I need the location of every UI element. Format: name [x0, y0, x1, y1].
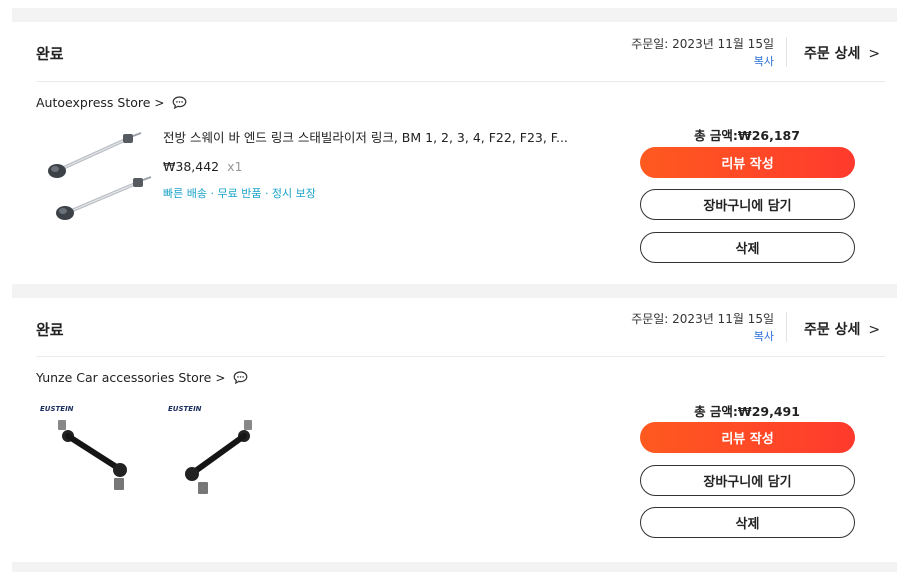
section-separator: [12, 8, 897, 22]
chevron-right-icon: >: [868, 322, 881, 338]
add-to-cart-button[interactable]: 장바구니에 담기: [640, 189, 855, 220]
delete-button[interactable]: 삭제: [640, 507, 855, 538]
divider: [786, 37, 787, 67]
order-date: 주문일: 2023년 11월 15일: [631, 312, 774, 326]
store-link[interactable]: Yunze Car accessories Store >: [36, 370, 248, 385]
product-image[interactable]: [39, 127, 154, 227]
product-title[interactable]: 전방 스웨이 바 엔드 링크 스태빌라이저 링크, BM 1, 2, 3, 4,…: [163, 127, 568, 146]
order-detail-label: 주문 상세: [804, 322, 861, 338]
write-review-button[interactable]: 리뷰 작성: [640, 147, 855, 178]
divider: [786, 312, 787, 342]
order-status: 완료: [36, 45, 64, 63]
section-separator: [12, 562, 897, 572]
chat-icon[interactable]: [233, 371, 248, 385]
divider: [36, 356, 885, 357]
write-review-button[interactable]: 리뷰 작성: [640, 422, 855, 453]
chat-icon[interactable]: [172, 96, 187, 110]
store-name: Autoexpress Store: [36, 95, 151, 110]
order-card: 완료 주문일: 2023년 11월 15일 복사 주문 상세 > Autoexpr…: [12, 22, 897, 284]
section-separator: [12, 284, 897, 298]
total-amount: 총 금액:₩29,491: [694, 404, 800, 419]
store-link[interactable]: Autoexpress Store >: [36, 95, 187, 110]
brand-logo: EUSTEIN: [168, 405, 202, 413]
order-card: 완료 주문일: 2023년 11월 15일 복사 주문 상세 > Yunze Ca…: [12, 298, 897, 562]
chevron-right-icon: >: [154, 95, 165, 110]
order-detail-link[interactable]: 주문 상세 >: [804, 319, 880, 339]
delete-button[interactable]: 삭제: [640, 232, 855, 263]
order-detail-label: 주문 상세: [804, 46, 861, 62]
shipping-benefits: 빠른 배송 · 무료 반품 · 정시 보장: [163, 187, 316, 200]
copy-button[interactable]: 복사: [754, 53, 774, 69]
quantity: x1: [227, 159, 243, 174]
product-image[interactable]: EUSTEIN EUSTEIN: [38, 402, 278, 502]
chevron-right-icon: >: [215, 370, 226, 385]
divider: [36, 81, 885, 82]
chevron-right-icon: >: [868, 46, 881, 62]
brand-logo: EUSTEIN: [40, 405, 74, 413]
store-name: Yunze Car accessories Store: [36, 370, 212, 385]
order-detail-link[interactable]: 주문 상세 >: [804, 43, 880, 63]
order-date: 주문일: 2023년 11월 15일: [631, 37, 774, 51]
total-amount: 총 금액:₩26,187: [694, 128, 800, 143]
order-status: 완료: [36, 321, 64, 339]
copy-button[interactable]: 복사: [754, 328, 774, 344]
add-to-cart-button[interactable]: 장바구니에 담기: [640, 465, 855, 496]
product-price: ₩38,442 x1: [163, 159, 242, 174]
price-value: ₩38,442: [163, 159, 220, 174]
